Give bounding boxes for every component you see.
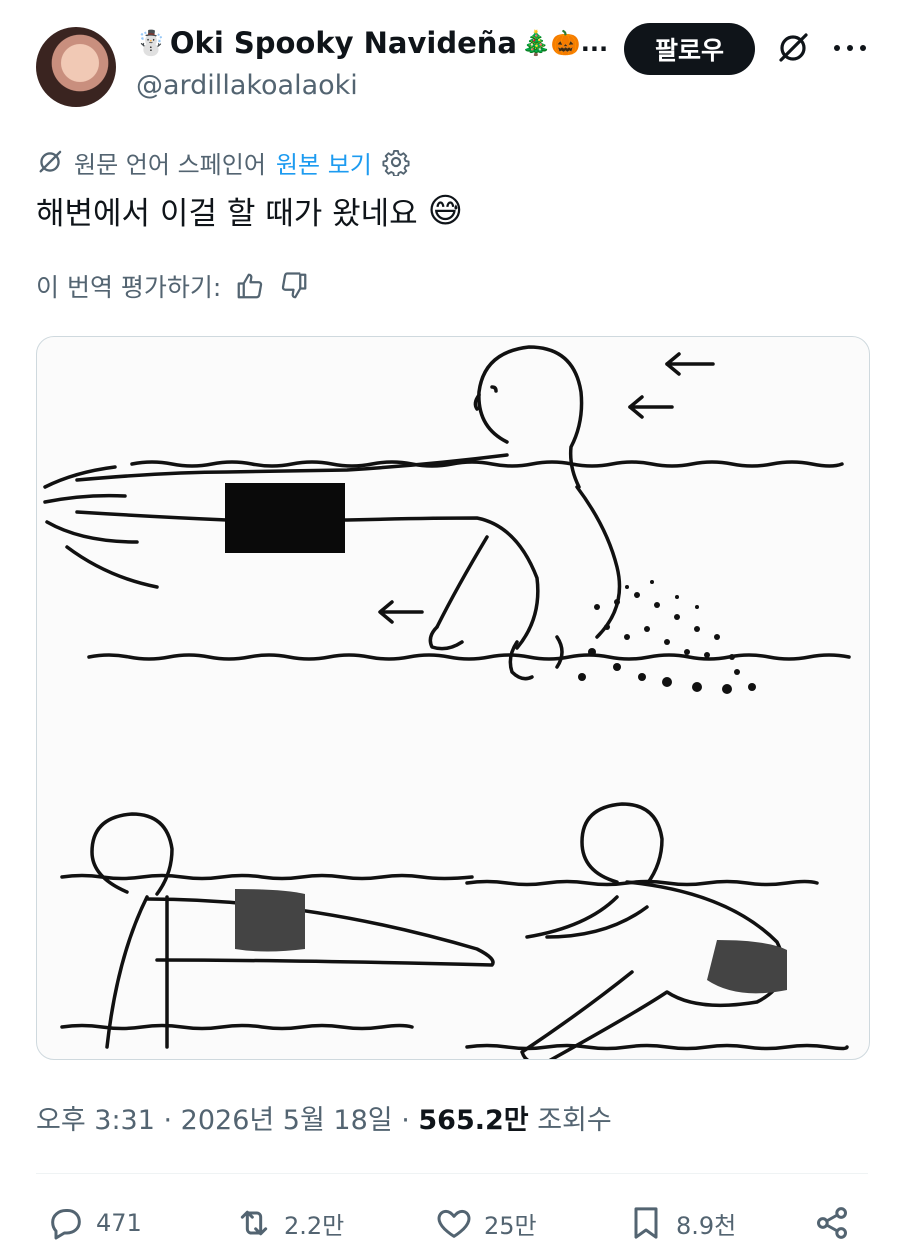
share-button[interactable] xyxy=(812,1198,852,1248)
tweet-date[interactable]: 2026년 5월 18일 xyxy=(181,1105,393,1136)
bookmark-icon xyxy=(634,1207,658,1239)
snowman-emoji: ☃️ xyxy=(136,29,166,57)
reply-count: 471 xyxy=(96,1209,142,1237)
bookmark-button[interactable]: 8.9천 xyxy=(626,1198,736,1248)
show-original-link[interactable]: 원본 보기 xyxy=(276,145,372,180)
tree-pumpkin-emoji: 🎄🎃... xyxy=(520,29,609,57)
like-count: 25만 xyxy=(484,1211,537,1240)
author-display-name[interactable]: ☃️ Oki Spooky Navideña 🎄🎃... xyxy=(136,26,608,60)
more-options-icon[interactable] xyxy=(834,30,866,66)
repost-count: 2.2만 xyxy=(284,1211,345,1240)
gear-icon[interactable] xyxy=(382,148,410,176)
views-count: 565.2만 xyxy=(418,1105,529,1136)
grok-icon[interactable] xyxy=(775,30,811,66)
action-bar: 471 2.2만 25만 8.9천 xyxy=(36,1198,868,1248)
grok-translate-icon xyxy=(39,150,62,173)
thumbs-down-icon[interactable] xyxy=(279,271,309,301)
tweet-time[interactable]: 오후 3:31 xyxy=(36,1105,155,1136)
rate-translation: 이 번역 평가하기: xyxy=(36,268,309,304)
display-name-text[interactable]: Oki Spooky Navideña xyxy=(170,26,517,60)
repost-icon xyxy=(240,1210,268,1236)
tweet-text: 해변에서 이걸 할 때가 왔네요 😅 xyxy=(36,188,463,233)
repost-button[interactable]: 2.2만 xyxy=(234,1198,344,1248)
source-language-label: 원문 언어 스페인어 xyxy=(74,150,266,179)
tweet-timestamp: 오후 3:31 · 2026년 5월 18일 · 565.2만 조회수 xyxy=(36,1105,612,1136)
like-button[interactable]: 25만 xyxy=(434,1198,537,1248)
swimmer-illustration xyxy=(43,345,851,1059)
tweet-text-body: 해변에서 이걸 할 때가 왔네요 xyxy=(36,196,418,232)
follow-button[interactable]: 팔로우 xyxy=(624,23,755,75)
sweat-smile-emoji: 😅 xyxy=(427,190,464,231)
translation-info: 원문 언어 스페인어 원본 보기 xyxy=(36,145,410,179)
views-label: 조회수 xyxy=(537,1105,612,1136)
divider xyxy=(36,1173,868,1174)
thumbs-up-icon[interactable] xyxy=(235,271,265,301)
share-icon xyxy=(817,1207,847,1239)
heart-icon xyxy=(437,1209,471,1238)
bookmark-count: 8.9천 xyxy=(676,1211,737,1240)
tweet-media-image[interactable] xyxy=(36,336,870,1060)
author-handle[interactable]: @ardillakoalaoki xyxy=(136,70,358,101)
reply-button[interactable]: 471 xyxy=(46,1198,142,1248)
reply-icon xyxy=(51,1209,81,1240)
rate-translation-label: 이 번역 평가하기: xyxy=(36,273,222,302)
avatar[interactable] xyxy=(36,27,116,107)
